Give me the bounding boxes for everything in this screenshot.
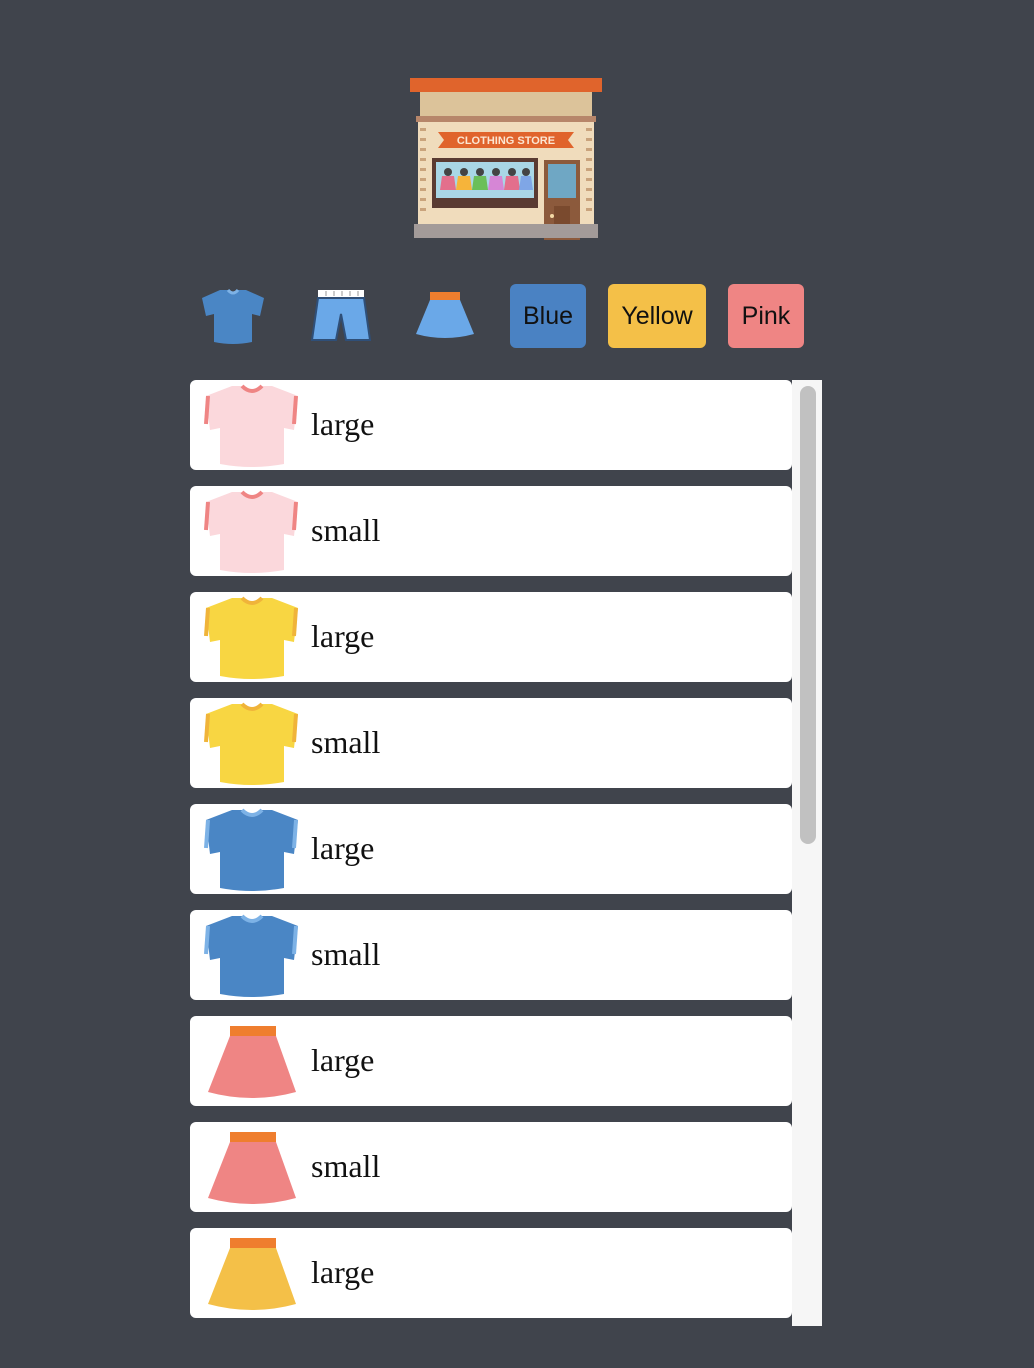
blue-filter-button[interactable]: Blue [510,284,586,348]
product-size-label: small [311,1148,381,1184]
tshirt-icon [204,914,300,998]
tshirt-icon [204,702,300,786]
pink-filter-button[interactable]: Pink [728,284,804,348]
product-item[interactable]: small [190,698,792,788]
shorts-icon [310,290,372,341]
tshirt-icon [204,384,300,468]
product-size-label: small [311,724,381,760]
skirt-icon [204,1126,300,1210]
product-size-label: large [311,406,375,442]
shirt-filter-button[interactable] [198,284,268,348]
product-item[interactable]: small [190,486,792,576]
tshirt-icon [204,596,300,680]
product-item[interactable]: large [190,380,792,470]
skirt-icon [204,1020,300,1104]
product-item[interactable]: large [190,1016,792,1106]
store-logo: CLOTHING STORE [410,78,602,240]
product-size-label: large [311,618,375,654]
product-size-label: large [311,1254,375,1290]
product-size-label: small [311,936,381,972]
tshirt-icon [204,808,300,892]
scrollbar-thumb[interactable] [800,386,816,844]
product-item[interactable]: large [190,804,792,894]
product-size-label: small [311,512,381,548]
color-filter-label: Pink [741,301,791,330]
color-filter-label: Blue [522,301,574,330]
skirt-filter-button[interactable] [410,284,480,348]
shorts-filter-button[interactable] [306,284,376,348]
scrollbar[interactable] [792,380,822,1326]
tshirt-icon [202,288,264,344]
filter-bar: Blue Yellow Pink [0,284,1034,348]
product-item[interactable]: small [190,910,792,1000]
product-item[interactable]: large [190,592,792,682]
svg-text:CLOTHING STORE: CLOTHING STORE [457,135,555,147]
product-item[interactable]: large [190,1228,792,1318]
color-filter-label: Yellow [621,301,693,330]
product-size-label: large [311,830,375,866]
yellow-filter-button[interactable]: Yellow [608,284,706,348]
product-item[interactable]: small [190,1122,792,1212]
skirt-icon [204,1232,300,1316]
tshirt-icon [204,490,300,574]
product-size-label: large [311,1042,375,1078]
skirt-icon [416,292,474,338]
product-list-panel[interactable]: large small large small large small large small… [190,380,822,1326]
